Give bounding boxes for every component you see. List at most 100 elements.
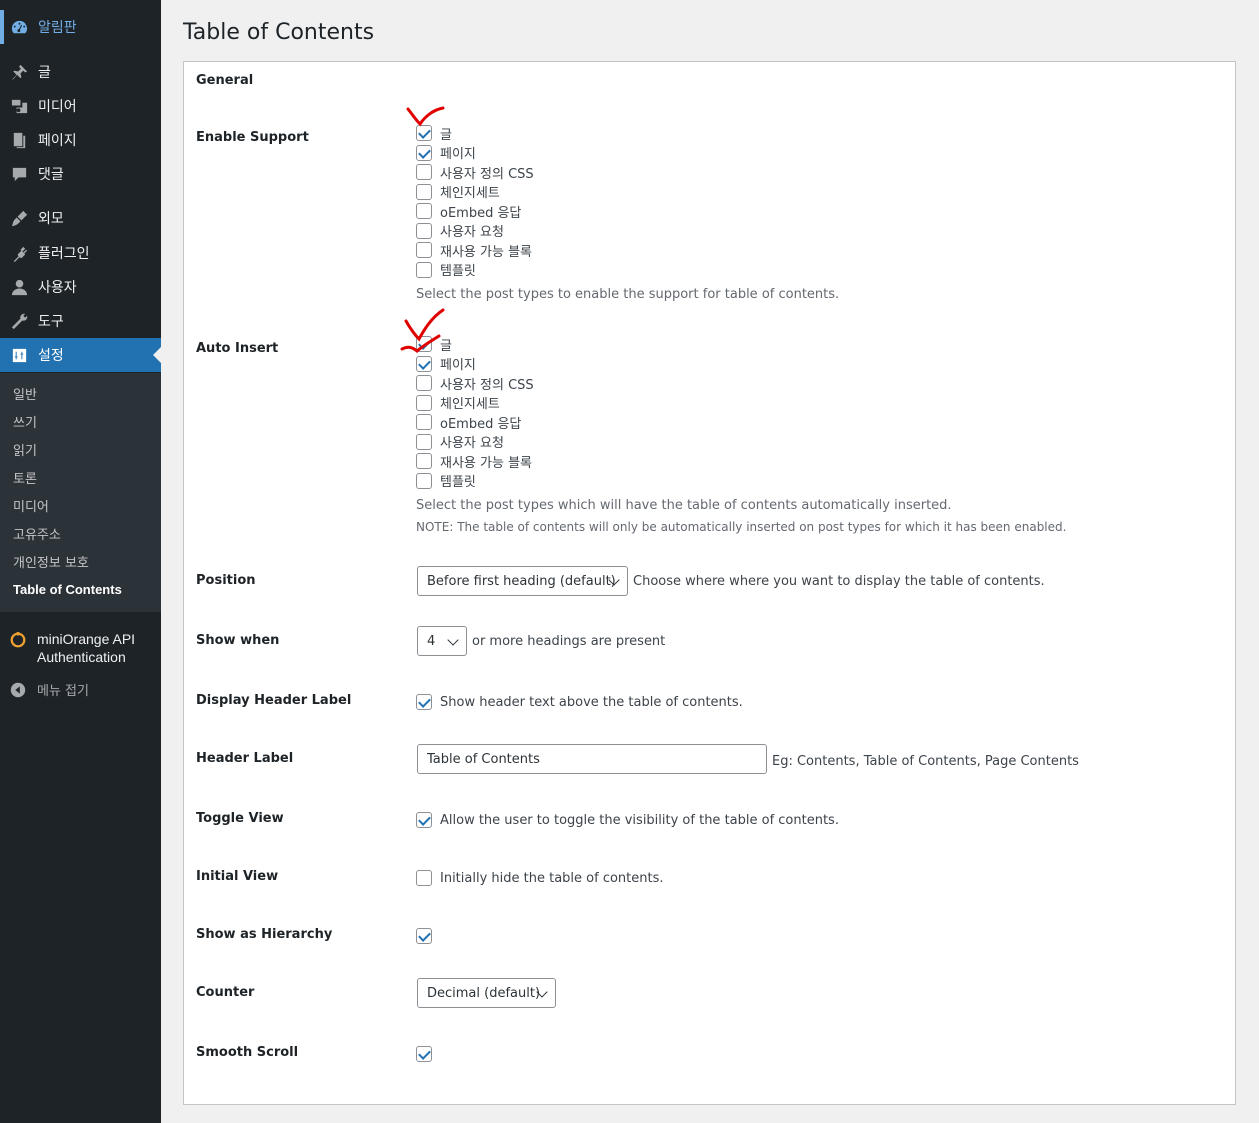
header-label-label: Header Label <box>196 751 294 766</box>
initial-view-row: Initially hide the table of contents. <box>416 869 664 887</box>
display-header-label-checkbox[interactable] <box>416 694 432 710</box>
collapse-menu-button[interactable]: 메뉴 접기 <box>0 680 161 699</box>
submenu-permalinks[interactable]: 고유주소 <box>13 524 61 543</box>
display-header-label-text: Show header text above the table of cont… <box>440 694 743 710</box>
menu-appearance[interactable]: 외모 <box>0 201 161 235</box>
position-label: Position <box>196 573 256 588</box>
menu-media[interactable]: 미디어 <box>0 89 161 123</box>
auto-insert-option-checkbox[interactable] <box>416 355 432 372</box>
counter-label: Counter <box>196 985 255 1000</box>
auto-insert-option-checkbox[interactable] <box>416 433 432 450</box>
auto-insert-option-checkbox[interactable] <box>416 414 432 430</box>
initial-view-label: Initial View <box>196 869 279 884</box>
tools-icon <box>9 311 29 331</box>
initial-view-checkbox[interactable] <box>416 870 432 886</box>
menu-comments[interactable]: 댓글 <box>0 157 161 191</box>
collapse-label: 메뉴 접기 <box>37 684 89 699</box>
toggle-view-checkbox[interactable] <box>416 812 432 828</box>
header-label-help: Eg: Contents, Table of Contents, Page Co… <box>772 754 1079 769</box>
position-select[interactable]: Before first heading (default) <box>417 566 628 596</box>
menu-dashboard[interactable]: 알림판 <box>0 10 161 44</box>
enable-support-option-label: 글 <box>440 127 452 143</box>
smooth-scroll-checkbox[interactable] <box>416 1046 432 1062</box>
settings-panel: General Enable Support 글 페이지 사용자 정의 CSS 체인지… <box>183 61 1236 1105</box>
toggle-view-row: Allow the user to toggle the visibility … <box>416 811 839 829</box>
auto-insert-option: 체인지세트 <box>416 394 500 412</box>
toggle-view-label: Toggle View <box>196 811 284 826</box>
plugin-icon <box>9 243 29 263</box>
auto-insert-option: oEmbed 응답 <box>416 413 521 432</box>
collapse-icon <box>9 681 29 699</box>
menu-label: 플러그인 <box>38 246 90 262</box>
menu-pages[interactable]: 페이지 <box>0 123 161 157</box>
enable-support-option-checkbox[interactable] <box>416 144 432 161</box>
header-label-input[interactable] <box>417 744 767 774</box>
enable-support-option-checkbox[interactable] <box>416 222 432 239</box>
show-when-select[interactable]: 4 <box>417 626 467 656</box>
auto-insert-option-checkbox[interactable] <box>416 472 432 489</box>
miniorange-icon <box>9 630 29 666</box>
submenu-general[interactable]: 일반 <box>13 384 37 403</box>
enable-support-label: Enable Support <box>196 130 309 145</box>
enable-support-option-label: 사용자 요청 <box>440 225 504 240</box>
menu-settings[interactable]: 설정 <box>0 338 161 372</box>
enable-support-option-label: 페이지 <box>440 147 476 162</box>
menu-plugins[interactable]: 플러그인 <box>0 236 161 270</box>
enable-support-option-checkbox[interactable] <box>416 164 432 180</box>
smooth-scroll-label: Smooth Scroll <box>196 1045 299 1060</box>
auto-insert-option-checkbox[interactable] <box>416 375 432 391</box>
enable-support-option-checkbox[interactable] <box>416 183 432 200</box>
auto-insert-option-checkbox[interactable] <box>416 453 432 469</box>
counter-select[interactable]: Decimal (default) <box>417 978 556 1008</box>
enable-support-option-checkbox[interactable] <box>416 261 432 278</box>
enable-support-option-label: oEmbed 응답 <box>440 205 522 221</box>
smooth-scroll-row <box>416 1045 440 1063</box>
auto-insert-option-checkbox[interactable] <box>416 394 432 411</box>
enable-support-option: 페이지 <box>416 144 476 162</box>
submenu-privacy[interactable]: 개인정보 보호 <box>13 552 89 571</box>
users-icon <box>9 277 29 297</box>
submenu-table-of-contents[interactable]: Table of Contents <box>13 582 122 597</box>
enable-support-option-checkbox[interactable] <box>416 125 432 141</box>
auto-insert-option: 페이지 <box>416 355 476 373</box>
show-as-hierarchy-checkbox[interactable] <box>416 928 432 944</box>
auto-insert-option: 재사용 가능 블록 <box>416 452 532 471</box>
position-select-value: Before first heading (default) <box>427 573 616 589</box>
auto-insert-option-label: 템플릿 <box>440 475 476 490</box>
counter-value: Decimal (default) <box>427 985 541 1001</box>
auto-insert-option-label: 재사용 가능 블록 <box>440 455 532 471</box>
menu-posts[interactable]: 글 <box>0 55 161 89</box>
enable-support-option: 재사용 가능 블록 <box>416 241 532 260</box>
auto-insert-option-checkbox[interactable] <box>416 336 432 352</box>
pin-icon <box>9 62 29 82</box>
menu-miniorange[interactable]: miniOrange API Authentication <box>0 630 161 666</box>
submenu-writing[interactable]: 쓰기 <box>13 412 37 431</box>
menu-label: 외모 <box>38 211 64 227</box>
enable-support-option-checkbox[interactable] <box>416 242 432 258</box>
settings-submenu: 일반 쓰기 읽기 토론 미디어 고유주소 개인정보 보호 Table of Co… <box>0 373 161 612</box>
media-icon <box>9 96 29 116</box>
submenu-media[interactable]: 미디어 <box>13 496 49 515</box>
enable-support-option-checkbox[interactable] <box>416 203 432 219</box>
auto-insert-option: 템플릿 <box>416 472 476 490</box>
submenu-reading[interactable]: 읽기 <box>13 440 37 459</box>
dashboard-icon <box>9 17 29 37</box>
enable-support-option-label: 사용자 정의 CSS <box>440 166 534 182</box>
auto-insert-note: NOTE: The table of contents will only be… <box>416 520 1067 534</box>
page-title: Table of Contents <box>183 20 375 45</box>
enable-support-option-label: 체인지세트 <box>440 186 500 201</box>
miniorange-label-line1: miniOrange API <box>37 631 136 647</box>
show-when-value: 4 <box>427 633 436 649</box>
menu-tools[interactable]: 도구 <box>0 304 161 338</box>
enable-support-option: 체인지세트 <box>416 183 500 201</box>
submenu-discussion[interactable]: 토론 <box>13 468 37 487</box>
menu-label: 미디어 <box>38 99 77 115</box>
menu-users[interactable]: 사용자 <box>0 270 161 304</box>
position-help: Choose where where you want to display t… <box>633 574 1045 589</box>
menu-label: 사용자 <box>38 280 77 296</box>
enable-support-option: 템플릿 <box>416 261 476 279</box>
page-icon <box>9 130 29 150</box>
auto-insert-option: 글 <box>416 335 452 354</box>
admin-sidebar: 알림판 글 미디어 페이지 댓글 외모 플러그인 사용자 도구 설정 일반 쓰기… <box>0 0 161 1123</box>
auto-insert-option-label: 체인지세트 <box>440 397 500 412</box>
